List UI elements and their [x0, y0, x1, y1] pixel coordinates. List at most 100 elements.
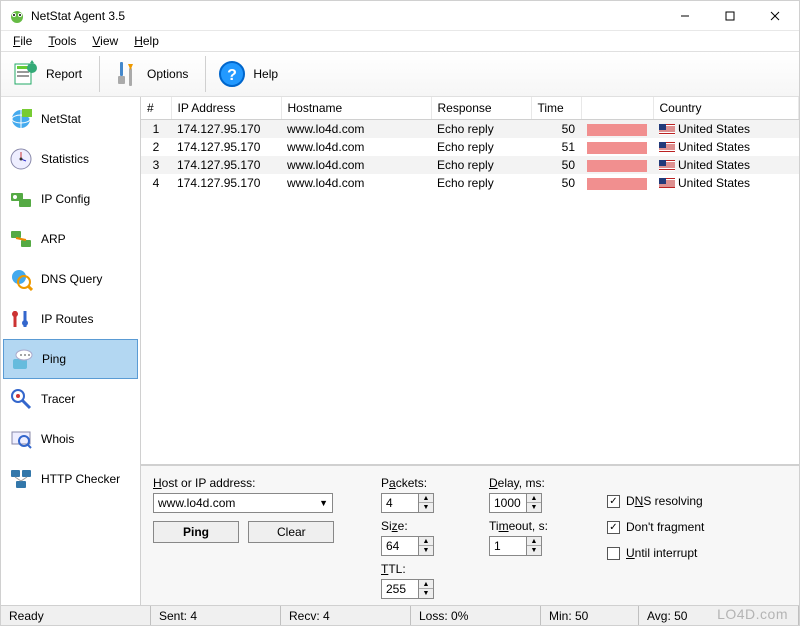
time-bar: [587, 124, 647, 136]
menubar: File Tools View Help: [1, 31, 799, 51]
status-avg: Avg: 50: [639, 606, 799, 625]
flag-us-icon: [659, 142, 675, 153]
window-title: NetStat Agent 3.5: [31, 9, 662, 23]
menu-file[interactable]: File: [5, 32, 40, 50]
sidebar-item-httpchecker[interactable]: HTTP Checker: [3, 459, 138, 499]
dns-resolving-checkbox[interactable]: ✓DNS resolving: [607, 494, 787, 508]
size-input[interactable]: ▲▼: [381, 536, 471, 556]
time-bar: [587, 178, 647, 190]
flag-us-icon: [659, 124, 675, 135]
table-row[interactable]: 2174.127.95.170www.lo4d.comEcho reply51U…: [141, 138, 799, 156]
httpchecker-icon: [9, 467, 33, 491]
toolbar-separator: [99, 56, 100, 92]
statusbar: Ready Sent: 4 Recv: 4 Loss: 0% Min: 50 A…: [1, 605, 799, 625]
ping-icon: [10, 347, 34, 371]
options-icon: [111, 59, 141, 89]
sidebar-item-label: Whois: [41, 432, 74, 446]
ping-button[interactable]: Ping: [153, 521, 239, 543]
ttl-input[interactable]: ▲▼: [381, 579, 471, 599]
sidebar: NetStat Statistics IP Config ARP DNS Que…: [1, 97, 141, 605]
report-label: Report: [46, 67, 82, 81]
table-row[interactable]: 3174.127.95.170www.lo4d.comEcho reply50U…: [141, 156, 799, 174]
titlebar: NetStat Agent 3.5: [1, 1, 799, 31]
time-bar: [587, 160, 647, 172]
sidebar-item-label: HTTP Checker: [41, 472, 120, 486]
sidebar-item-iproutes[interactable]: IP Routes: [3, 299, 138, 339]
sidebar-item-whois[interactable]: Whois: [3, 419, 138, 459]
close-button[interactable]: [752, 2, 797, 30]
delay-label: Delay, ms:: [489, 476, 589, 490]
menu-help[interactable]: Help: [126, 32, 167, 50]
sidebar-item-label: NetStat: [41, 112, 81, 126]
time-bar: [587, 142, 647, 154]
sidebar-item-ipconfig[interactable]: IP Config: [3, 179, 138, 219]
report-icon: [10, 59, 40, 89]
host-value: www.lo4d.com: [158, 496, 235, 510]
until-interrupt-checkbox[interactable]: Until interrupt: [607, 546, 787, 560]
dnsquery-icon: [9, 267, 33, 291]
packets-label: Packets:: [381, 476, 471, 490]
options-button[interactable]: Options: [108, 56, 197, 92]
dropdown-icon: ▼: [319, 498, 328, 508]
arp-icon: [9, 227, 33, 251]
app-icon: [9, 8, 25, 24]
report-button[interactable]: Report: [7, 56, 91, 92]
toolbar: Report Options ? Help: [1, 51, 799, 97]
status-loss: Loss: 0%: [411, 606, 541, 625]
ping-results-table: # IP Address Hostname Response Time Coun…: [141, 97, 799, 465]
ipconfig-icon: [9, 187, 33, 211]
col-bar[interactable]: [581, 97, 653, 120]
toolbar-separator: [205, 56, 206, 92]
maximize-button[interactable]: [707, 2, 752, 30]
ping-config-panel: Host or IP address: www.lo4d.com ▼ Ping …: [141, 465, 799, 605]
dont-fragment-checkbox[interactable]: ✓Don't fragment: [607, 520, 787, 534]
col-country[interactable]: Country: [653, 97, 799, 120]
help-icon: ?: [217, 59, 247, 89]
menu-tools[interactable]: Tools: [40, 32, 84, 50]
status-recv: Recv: 4: [281, 606, 411, 625]
host-input[interactable]: www.lo4d.com ▼: [153, 493, 333, 513]
sidebar-item-label: Statistics: [41, 152, 89, 166]
col-time[interactable]: Time: [531, 97, 581, 120]
sidebar-item-label: DNS Query: [41, 272, 102, 286]
ttl-label: TTL:: [381, 562, 471, 576]
sidebar-item-label: Ping: [42, 352, 66, 366]
packets-input[interactable]: ▲▼: [381, 493, 471, 513]
sidebar-item-label: ARP: [41, 232, 66, 246]
size-label: Size:: [381, 519, 471, 533]
sidebar-item-tracer[interactable]: Tracer: [3, 379, 138, 419]
clear-button[interactable]: Clear: [248, 521, 334, 543]
col-hostname[interactable]: Hostname: [281, 97, 431, 120]
col-response[interactable]: Response: [431, 97, 531, 120]
tracer-icon: [9, 387, 33, 411]
iproutes-icon: [9, 307, 33, 331]
help-label: Help: [253, 67, 278, 81]
sidebar-item-ping[interactable]: Ping: [3, 339, 138, 379]
delay-input[interactable]: ▲▼: [489, 493, 589, 513]
statistics-icon: [9, 147, 33, 171]
timeout-label: Timeout, s:: [489, 519, 589, 533]
table-row[interactable]: 1174.127.95.170www.lo4d.comEcho reply50U…: [141, 120, 799, 139]
help-button[interactable]: ? Help: [214, 56, 287, 92]
sidebar-item-arp[interactable]: ARP: [3, 219, 138, 259]
timeout-input[interactable]: ▲▼: [489, 536, 589, 556]
sidebar-item-label: Tracer: [41, 392, 75, 406]
table-row[interactable]: 4174.127.95.170www.lo4d.comEcho reply50U…: [141, 174, 799, 192]
sidebar-item-label: IP Routes: [41, 312, 93, 326]
flag-us-icon: [659, 160, 675, 171]
col-ip[interactable]: IP Address: [171, 97, 281, 120]
svg-text:?: ?: [228, 67, 238, 84]
netstat-icon: [9, 107, 33, 131]
status-sent: Sent: 4: [151, 606, 281, 625]
col-num[interactable]: #: [141, 97, 171, 120]
sidebar-item-label: IP Config: [41, 192, 90, 206]
flag-us-icon: [659, 178, 675, 189]
host-label: Host or IP address:: [153, 476, 363, 490]
menu-view[interactable]: View: [84, 32, 126, 50]
sidebar-item-dnsquery[interactable]: DNS Query: [3, 259, 138, 299]
sidebar-item-netstat[interactable]: NetStat: [3, 99, 138, 139]
status-min: Min: 50: [541, 606, 639, 625]
minimize-button[interactable]: [662, 2, 707, 30]
status-ready: Ready: [1, 606, 151, 625]
sidebar-item-statistics[interactable]: Statistics: [3, 139, 138, 179]
